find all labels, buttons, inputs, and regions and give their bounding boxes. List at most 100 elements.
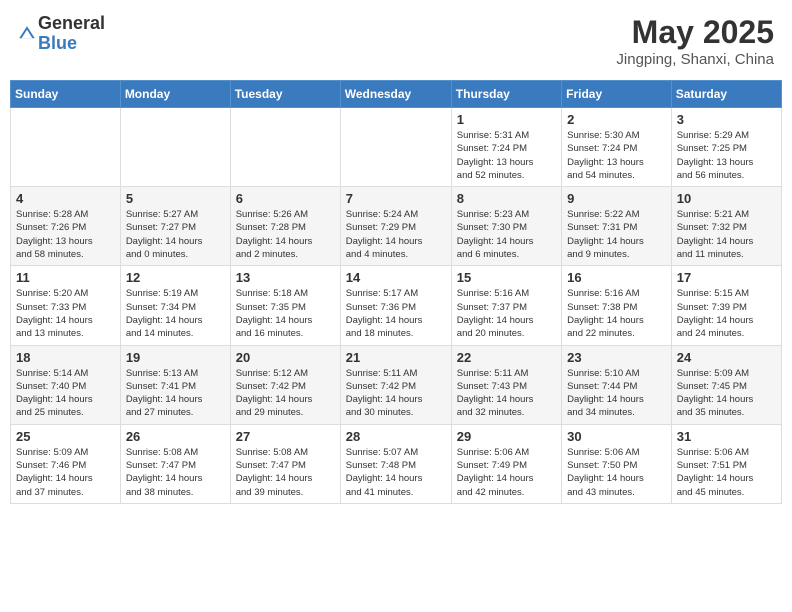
calendar-cell	[11, 108, 121, 187]
logo-general: General	[38, 14, 105, 34]
day-info: Sunrise: 5:09 AM Sunset: 7:46 PM Dayligh…	[16, 446, 115, 499]
day-info: Sunrise: 5:09 AM Sunset: 7:45 PM Dayligh…	[677, 367, 776, 420]
calendar-cell: 20 Sunrise: 5:12 AM Sunset: 7:42 PM Dayli…	[230, 345, 340, 424]
day-of-week-header: Thursday	[451, 81, 561, 108]
day-number: 10	[677, 191, 776, 206]
calendar-cell: 18Sunrise: 5:14 AM Sunset: 7:40 PM Dayli…	[11, 345, 121, 424]
day-info: Sunrise: 5:06 AM Sunset: 7:50 PM Dayligh…	[567, 446, 666, 499]
day-number: 28	[346, 429, 446, 444]
calendar-header-row: SundayMondayTuesdayWednesdayThursdayFrid…	[11, 81, 782, 108]
day-info: Sunrise: 5:27 AM Sunset: 7:27 PM Dayligh…	[126, 208, 225, 261]
calendar-cell	[340, 108, 451, 187]
day-of-week-header: Friday	[562, 81, 672, 108]
day-number: 30	[567, 429, 666, 444]
day-number: 3	[677, 112, 776, 127]
calendar-cell: 4Sunrise: 5:28 AM Sunset: 7:26 PM Daylig…	[11, 187, 121, 266]
calendar-cell: 30 Sunrise: 5:06 AM Sunset: 7:50 PM Dayli…	[562, 424, 672, 503]
calendar-cell: 7 Sunrise: 5:24 AM Sunset: 7:29 PM Daylig…	[340, 187, 451, 266]
calendar-week-row: 11 Sunrise: 5:20 AM Sunset: 7:33 PM Dayli…	[11, 266, 782, 345]
calendar-cell: 9 Sunrise: 5:22 AM Sunset: 7:31 PM Daylig…	[562, 187, 672, 266]
day-info: Sunrise: 5:16 AM Sunset: 7:38 PM Dayligh…	[567, 287, 666, 340]
day-number: 24	[677, 350, 776, 365]
day-info: Sunrise: 5:24 AM Sunset: 7:29 PM Dayligh…	[346, 208, 446, 261]
day-info: Sunrise: 5:12 AM Sunset: 7:42 PM Dayligh…	[236, 367, 335, 420]
day-number: 13	[236, 270, 335, 285]
day-number: 25	[16, 429, 115, 444]
calendar-table: SundayMondayTuesdayWednesdayThursdayFrid…	[10, 80, 782, 504]
calendar-cell: 22 Sunrise: 5:11 AM Sunset: 7:43 PM Dayli…	[451, 345, 561, 424]
calendar-cell	[120, 108, 230, 187]
calendar-cell: 16 Sunrise: 5:16 AM Sunset: 7:38 PM Dayli…	[562, 266, 672, 345]
day-number: 6	[236, 191, 335, 206]
day-info: Sunrise: 5:20 AM Sunset: 7:33 PM Dayligh…	[16, 287, 115, 340]
calendar-cell: 23Sunrise: 5:10 AM Sunset: 7:44 PM Dayli…	[562, 345, 672, 424]
calendar-cell: 25 Sunrise: 5:09 AM Sunset: 7:46 PM Dayli…	[11, 424, 121, 503]
calendar-cell: 12 Sunrise: 5:19 AM Sunset: 7:34 PM Dayli…	[120, 266, 230, 345]
calendar-cell: 5 Sunrise: 5:27 AM Sunset: 7:27 PM Daylig…	[120, 187, 230, 266]
month-title: May 2025	[616, 14, 774, 51]
logo-text: General Blue	[38, 14, 105, 54]
day-number: 15	[457, 270, 556, 285]
day-of-week-header: Monday	[120, 81, 230, 108]
calendar-cell: 26Sunrise: 5:08 AM Sunset: 7:47 PM Dayli…	[120, 424, 230, 503]
day-of-week-header: Sunday	[11, 81, 121, 108]
day-number: 4	[16, 191, 115, 206]
location: Jingping, Shanxi, China	[616, 51, 774, 68]
day-info: Sunrise: 5:08 AM Sunset: 7:47 PM Dayligh…	[236, 446, 335, 499]
calendar-cell: 31 Sunrise: 5:06 AM Sunset: 7:51 PM Dayli…	[671, 424, 781, 503]
day-number: 26	[126, 429, 225, 444]
day-info: Sunrise: 5:26 AM Sunset: 7:28 PM Dayligh…	[236, 208, 335, 261]
calendar-cell: 10Sunrise: 5:21 AM Sunset: 7:32 PM Dayli…	[671, 187, 781, 266]
logo: General Blue	[18, 14, 105, 54]
day-number: 20	[236, 350, 335, 365]
calendar-cell	[230, 108, 340, 187]
day-number: 9	[567, 191, 666, 206]
day-info: Sunrise: 5:11 AM Sunset: 7:42 PM Dayligh…	[346, 367, 446, 420]
day-number: 8	[457, 191, 556, 206]
day-number: 31	[677, 429, 776, 444]
day-number: 2	[567, 112, 666, 127]
day-info: Sunrise: 5:06 AM Sunset: 7:51 PM Dayligh…	[677, 446, 776, 499]
day-number: 19	[126, 350, 225, 365]
calendar-cell: 28 Sunrise: 5:07 AM Sunset: 7:48 PM Dayli…	[340, 424, 451, 503]
day-number: 1	[457, 112, 556, 127]
day-info: Sunrise: 5:19 AM Sunset: 7:34 PM Dayligh…	[126, 287, 225, 340]
day-number: 11	[16, 270, 115, 285]
day-number: 5	[126, 191, 225, 206]
calendar-cell: 6 Sunrise: 5:26 AM Sunset: 7:28 PM Daylig…	[230, 187, 340, 266]
day-info: Sunrise: 5:23 AM Sunset: 7:30 PM Dayligh…	[457, 208, 556, 261]
day-info: Sunrise: 5:17 AM Sunset: 7:36 PM Dayligh…	[346, 287, 446, 340]
day-of-week-header: Saturday	[671, 81, 781, 108]
day-info: Sunrise: 5:13 AM Sunset: 7:41 PM Dayligh…	[126, 367, 225, 420]
day-number: 17	[677, 270, 776, 285]
calendar-cell: 21 Sunrise: 5:11 AM Sunset: 7:42 PM Dayli…	[340, 345, 451, 424]
day-info: Sunrise: 5:06 AM Sunset: 7:49 PM Dayligh…	[457, 446, 556, 499]
day-number: 12	[126, 270, 225, 285]
day-of-week-header: Tuesday	[230, 81, 340, 108]
day-info: Sunrise: 5:10 AM Sunset: 7:44 PM Dayligh…	[567, 367, 666, 420]
day-info: Sunrise: 5:15 AM Sunset: 7:39 PM Dayligh…	[677, 287, 776, 340]
calendar-cell: 14 Sunrise: 5:17 AM Sunset: 7:36 PM Dayli…	[340, 266, 451, 345]
calendar-cell: 19 Sunrise: 5:13 AM Sunset: 7:41 PM Dayli…	[120, 345, 230, 424]
calendar-cell: 13 Sunrise: 5:18 AM Sunset: 7:35 PM Dayli…	[230, 266, 340, 345]
day-info: Sunrise: 5:29 AM Sunset: 7:25 PM Dayligh…	[677, 129, 776, 182]
calendar-cell: 15Sunrise: 5:16 AM Sunset: 7:37 PM Dayli…	[451, 266, 561, 345]
day-of-week-header: Wednesday	[340, 81, 451, 108]
day-info: Sunrise: 5:31 AM Sunset: 7:24 PM Dayligh…	[457, 129, 556, 182]
day-number: 16	[567, 270, 666, 285]
day-number: 7	[346, 191, 446, 206]
day-number: 22	[457, 350, 556, 365]
day-number: 21	[346, 350, 446, 365]
calendar-week-row: 25 Sunrise: 5:09 AM Sunset: 7:46 PM Dayli…	[11, 424, 782, 503]
calendar-cell: 17 Sunrise: 5:15 AM Sunset: 7:39 PM Dayli…	[671, 266, 781, 345]
day-info: Sunrise: 5:22 AM Sunset: 7:31 PM Dayligh…	[567, 208, 666, 261]
day-info: Sunrise: 5:07 AM Sunset: 7:48 PM Dayligh…	[346, 446, 446, 499]
calendar-week-row: 4Sunrise: 5:28 AM Sunset: 7:26 PM Daylig…	[11, 187, 782, 266]
calendar-cell: 2Sunrise: 5:30 AM Sunset: 7:24 PM Daylig…	[562, 108, 672, 187]
page-header: General Blue May 2025 Jingping, Shanxi, …	[10, 10, 782, 72]
day-info: Sunrise: 5:14 AM Sunset: 7:40 PM Dayligh…	[16, 367, 115, 420]
calendar-cell: 11 Sunrise: 5:20 AM Sunset: 7:33 PM Dayli…	[11, 266, 121, 345]
day-info: Sunrise: 5:11 AM Sunset: 7:43 PM Dayligh…	[457, 367, 556, 420]
day-number: 14	[346, 270, 446, 285]
day-info: Sunrise: 5:18 AM Sunset: 7:35 PM Dayligh…	[236, 287, 335, 340]
